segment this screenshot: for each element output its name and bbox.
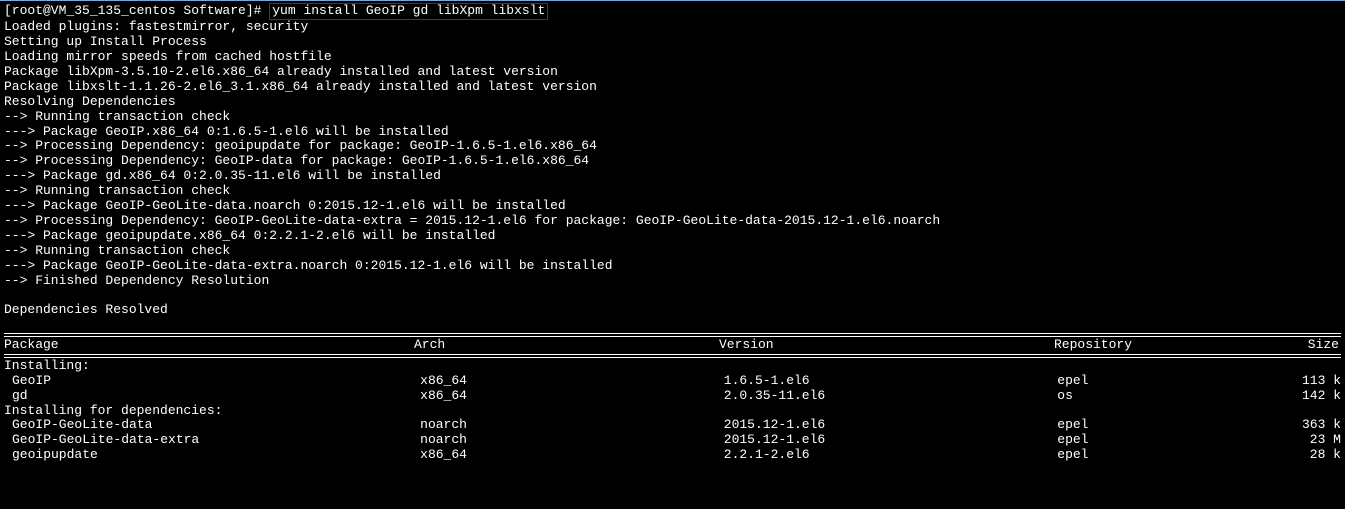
cell-size: 363 k [1286,418,1341,433]
cell-arch: x86_64 [420,389,724,404]
output-line: --> Running transaction check [4,184,1341,199]
cell-size: 113 k [1286,374,1341,389]
cell-size: 23 M [1286,433,1341,448]
table-header-row: Package Arch Version Repository Size [4,338,1341,353]
table-top-rule [4,333,1341,337]
cell-package: GeoIP [4,374,420,389]
col-header-size: Size [1284,338,1339,353]
output-line: --> Finished Dependency Resolution [4,274,1341,289]
cell-arch: noarch [420,433,724,448]
cell-repository: epel [1057,433,1286,448]
shell-prompt: [root@VM_35_135_centos Software]# [4,3,269,18]
output-line: ---> Package gd.x86_64 0:2.0.35-11.el6 w… [4,169,1341,184]
col-header-arch: Arch [414,338,719,353]
output-line: --> Running transaction check [4,110,1341,125]
cell-package: GeoIP-GeoLite-data-extra [4,433,420,448]
table-row: GeoIP x86_64 1.6.5-1.el6 epel 113 k [4,374,1341,389]
cell-version: 2015.12-1.el6 [724,418,1058,433]
table-header-rule [4,354,1341,358]
col-header-version: Version [719,338,1054,353]
output-line: Package libXpm-3.5.10-2.el6.x86_64 alrea… [4,65,1341,80]
output-line: --> Processing Dependency: GeoIP-data fo… [4,154,1341,169]
cell-repository: epel [1057,448,1286,463]
output-line: ---> Package GeoIP.x86_64 0:1.6.5-1.el6 … [4,125,1341,140]
cell-size: 142 k [1286,389,1341,404]
cell-package: gd [4,389,420,404]
typed-command: yum install GeoIP gd libXpm libxslt [272,3,545,18]
output-line: ---> Package GeoIP-GeoLite-data-extra.no… [4,259,1341,274]
table-row: GeoIP-GeoLite-data noarch 2015.12-1.el6 … [4,418,1341,433]
col-header-repository: Repository [1054,338,1284,353]
prompt-line: [root@VM_35_135_centos Software]# yum in… [4,3,1341,20]
section-installing-deps: Installing for dependencies: [4,404,1341,419]
cell-version: 2.2.1-2.el6 [724,448,1058,463]
output-line: --> Processing Dependency: GeoIP-GeoLite… [4,214,1341,229]
blank-line [4,318,1341,332]
command-highlight-box: yum install GeoIP gd libXpm libxslt [269,3,548,20]
cell-package: geoipupdate [4,448,420,463]
cell-package: GeoIP-GeoLite-data [4,418,420,433]
output-line: --> Processing Dependency: geoipupdate f… [4,139,1341,154]
output-line: Resolving Dependencies [4,95,1341,110]
table-row: gd x86_64 2.0.35-11.el6 os 142 k [4,389,1341,404]
output-line: ---> Package GeoIP-GeoLite-data.noarch 0… [4,199,1341,214]
cell-repository: epel [1057,374,1286,389]
deps-resolved-label: Dependencies Resolved [4,303,1341,318]
cell-arch: x86_64 [420,448,724,463]
cell-arch: x86_64 [420,374,724,389]
output-line: ---> Package geoipupdate.x86_64 0:2.2.1-… [4,229,1341,244]
table-row: GeoIP-GeoLite-data-extra noarch 2015.12-… [4,433,1341,448]
cell-version: 2.0.35-11.el6 [724,389,1058,404]
terminal-window[interactable]: [root@VM_35_135_centos Software]# yum in… [0,0,1345,465]
output-line: Loading mirror speeds from cached hostfi… [4,50,1341,65]
cell-repository: epel [1057,418,1286,433]
section-installing: Installing: [4,359,1341,374]
cell-size: 28 k [1286,448,1341,463]
output-line: Loaded plugins: fastestmirror, security [4,20,1341,35]
cell-arch: noarch [420,418,724,433]
output-line: Setting up Install Process [4,35,1341,50]
output-line: Package libxslt-1.1.26-2.el6_3.1.x86_64 … [4,80,1341,95]
table-row: geoipupdate x86_64 2.2.1-2.el6 epel 28 k [4,448,1341,463]
col-header-package: Package [4,338,414,353]
blank-line [4,289,1341,303]
cell-version: 2015.12-1.el6 [724,433,1058,448]
cell-version: 1.6.5-1.el6 [724,374,1058,389]
cell-repository: os [1057,389,1286,404]
output-line: --> Running transaction check [4,244,1341,259]
